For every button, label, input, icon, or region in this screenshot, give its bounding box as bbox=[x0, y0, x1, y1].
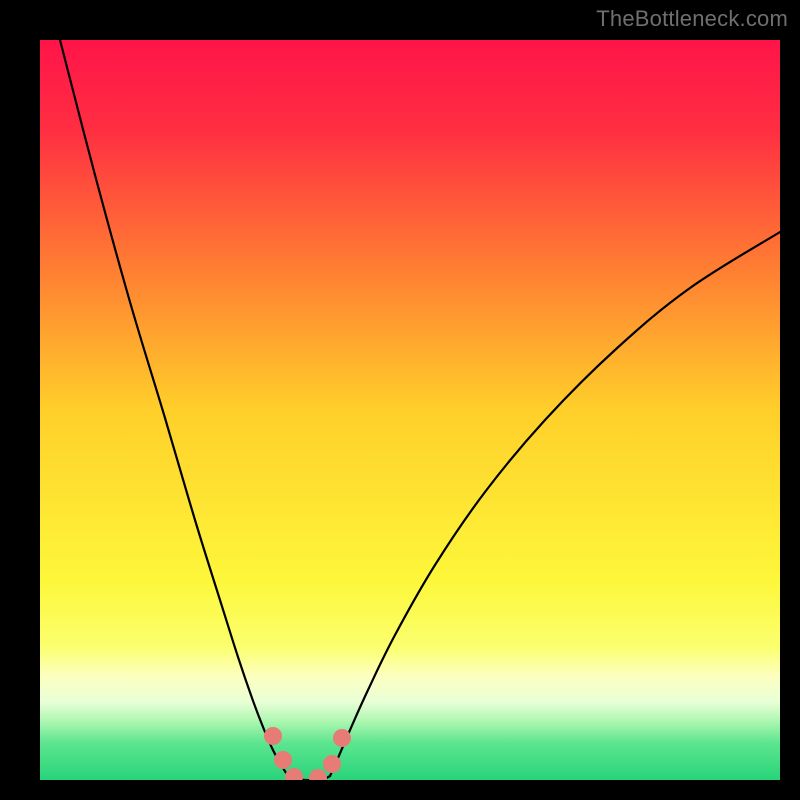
marker-right-knee bbox=[323, 755, 341, 773]
marker-right-upper bbox=[333, 729, 351, 747]
marker-well-left bbox=[285, 768, 303, 780]
marker-left-knee-upper bbox=[264, 727, 282, 745]
watermark-text: TheBottleneck.com bbox=[596, 6, 788, 32]
curve-right-branch bbox=[330, 232, 780, 776]
bottleneck-curve bbox=[40, 40, 780, 780]
curve-left-branch bbox=[60, 40, 288, 776]
marker-left-knee-lower bbox=[274, 751, 292, 769]
chart-frame: TheBottleneck.com bbox=[0, 0, 800, 800]
plot-area bbox=[40, 40, 780, 780]
marker-well-right bbox=[309, 769, 327, 780]
